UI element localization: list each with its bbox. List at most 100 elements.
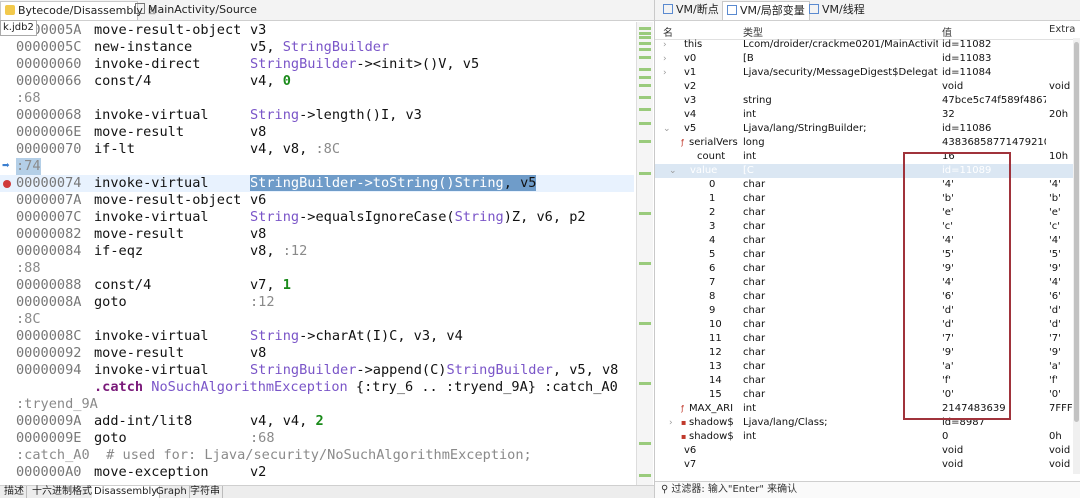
variables-scrollbar[interactable] xyxy=(1073,38,1080,474)
view-tab[interactable]: 字符串 xyxy=(188,486,223,498)
tab-bytecode-disassembly[interactable]: Bytecode/Disassembly ⊠ xyxy=(0,1,156,20)
code-operands: String->length()I, v3 xyxy=(250,107,422,124)
variable-row[interactable]: ⌄ v5 Ljava/lang/StringBuilder; id=11086 xyxy=(655,122,1073,136)
variable-row[interactable]: › this Lcom/droider/crackme0201/MainActivi… xyxy=(655,38,1073,52)
overview-ruler[interactable] xyxy=(636,22,653,488)
disassembly-pane: Bytecode/Disassembly ⊠ MainActivity/Sourc… xyxy=(0,0,655,498)
expand-toggle-icon[interactable]: › xyxy=(669,416,673,430)
code-line[interactable]: 00000070 if-lt v4, v8, :8C xyxy=(0,141,634,158)
tab-mainactivity-source[interactable]: MainActivity/Source xyxy=(131,1,257,19)
expand-toggle-icon[interactable]: ⌄ xyxy=(669,164,677,178)
variable-extra: 'e' xyxy=(1049,207,1061,218)
code-label: :catch_A0 xyxy=(16,447,90,463)
code-label: :8C xyxy=(16,311,41,327)
operand-class: StringBuilder xyxy=(250,175,357,191)
expand-toggle-icon[interactable]: › xyxy=(663,52,667,66)
code-line[interactable]: 0000008A goto:12 xyxy=(0,294,634,311)
variable-row[interactable]: v3 string 47bce5c74f589f4867dl xyxy=(655,94,1073,108)
code-view[interactable]: 0000005A move-result-object v3 0000005C new-… xyxy=(0,22,634,486)
code-operands: StringBuilder-><init>()V, v5 xyxy=(250,56,479,73)
operand-registers: v4, v8, xyxy=(250,141,316,157)
variable-name: 10 xyxy=(709,319,722,330)
code-line[interactable]: 000000A0 move-exception v2 xyxy=(0,464,634,481)
code-address: 00000092 xyxy=(16,345,82,361)
variable-row[interactable]: › v0 [B id=11083 xyxy=(655,52,1073,66)
view-tab[interactable]: Graph xyxy=(154,486,190,498)
variable-name: 11 xyxy=(709,333,722,344)
code-line[interactable]: 0000008C invoke-virtual String->charAt(I)C… xyxy=(0,328,634,345)
view-tab[interactable]: 描述 xyxy=(2,486,27,498)
code-label: :tryend_9A xyxy=(16,396,98,412)
code-operands: v4, 0 xyxy=(250,73,291,90)
variable-name: 14 xyxy=(709,375,722,386)
variable-row[interactable]: v7 void void xyxy=(655,458,1073,472)
code-line[interactable]: :74 xyxy=(0,158,634,175)
variable-row[interactable]: ▪ shadow$ int 0 0h xyxy=(655,430,1073,444)
code-line[interactable]: .catch NoSuchAlgorithmException {:try_6 … xyxy=(0,379,634,396)
tab-vm-breakpoints[interactable]: VM/断点 xyxy=(659,1,723,19)
variable-row[interactable]: v2 void void xyxy=(655,80,1073,94)
code-address: 00000094 xyxy=(16,362,82,378)
code-opcode: add-int/lit8 xyxy=(94,413,193,429)
variable-extra: void xyxy=(1049,81,1071,92)
code-line[interactable]: :68 xyxy=(0,90,634,107)
code-line[interactable]: :tryend_9A xyxy=(0,396,634,413)
code-address: 0000005C xyxy=(16,39,82,55)
filter-bar[interactable]: ⚲ 过滤器: 输入"Enter" 来确认 xyxy=(655,481,1080,498)
operand-class: String xyxy=(250,209,300,225)
operand-class: String xyxy=(250,328,300,344)
code-line[interactable]: :88 xyxy=(0,260,634,277)
variable-row[interactable]: ƒ serialVers long 4383685877147921093CD5 xyxy=(655,136,1073,150)
tab-vm-locals[interactable]: VM/局部变量 xyxy=(722,1,810,20)
view-tab[interactable]: 十六进制格式 xyxy=(30,486,95,498)
code-line[interactable]: 0000009E goto:68 xyxy=(0,430,634,447)
code-line[interactable]: 00000060 invoke-direct StringBuilder-><ini… xyxy=(0,56,634,73)
variable-row[interactable]: v4 int 32 20h xyxy=(655,108,1073,122)
code-opcode: move-result xyxy=(94,226,185,242)
code-opcode: move-result-object xyxy=(94,192,242,208)
variable-row[interactable]: v6 void void xyxy=(655,444,1073,458)
field-modifier-icon: ƒ xyxy=(681,404,684,413)
expand-toggle-icon[interactable]: ⌄ xyxy=(663,122,671,136)
code-line[interactable]: 00000082 move-result v8 xyxy=(0,226,634,243)
field-modifier-icon: ƒ xyxy=(681,138,684,147)
ruler-mark xyxy=(639,36,651,39)
column-header-name[interactable]: 名 xyxy=(663,24,673,39)
code-line[interactable]: 0000007A move-result-object v6 xyxy=(0,192,634,209)
code-line[interactable]: 0000007C invoke-virtual String->equalsIgno… xyxy=(0,209,634,226)
tab-vm-threads[interactable]: VM/线程 xyxy=(805,1,869,19)
code-line[interactable]: 00000092 move-result v8 xyxy=(0,345,634,362)
variable-row[interactable]: › v1 Ljava/security/MessageDigest$Delegate… xyxy=(655,66,1073,80)
code-operands: v5, StringBuilder xyxy=(250,39,389,56)
code-address: 0000007C xyxy=(16,209,82,225)
code-line[interactable]: 0000005C new-instance v5, StringBuilder xyxy=(0,39,634,56)
code-line[interactable]: 00000084 if-eqz v8, :12 xyxy=(0,243,634,260)
code-operands: :68 xyxy=(250,430,275,447)
code-line[interactable]: 00000066 const/4 v4, 0 xyxy=(0,73,634,90)
variable-type: string xyxy=(743,95,772,106)
code-line[interactable]: 00000094 invoke-virtual StringBuilder->app… xyxy=(0,362,634,379)
expand-toggle-icon[interactable]: › xyxy=(663,66,667,80)
code-line[interactable]: 00000088 const/4 v7, 1 xyxy=(0,277,634,294)
code-line[interactable]: 00000074 invoke-virtual StringBuilder->toS… xyxy=(0,175,634,192)
variable-name: count xyxy=(697,151,726,162)
code-line[interactable]: 0000005A move-result-object v3 xyxy=(0,22,634,39)
column-header-value[interactable]: 值 xyxy=(942,24,952,39)
view-tab[interactable]: Disassembly xyxy=(92,486,161,498)
expand-toggle-icon[interactable]: › xyxy=(663,38,667,52)
code-address: 000000A0 xyxy=(16,464,82,480)
column-header-extra[interactable]: Extra xyxy=(1049,24,1075,35)
code-opcode: move-result-object xyxy=(94,22,242,38)
operand-method: ->charAt(I)C, v3, v4 xyxy=(299,328,463,344)
code-line[interactable]: :catch_A0 # used for: Ljava/security/NoS… xyxy=(0,447,634,464)
variable-name: v5 xyxy=(684,123,697,134)
code-line[interactable]: 0000006E move-result v8 xyxy=(0,124,634,141)
variable-name: v0 xyxy=(684,53,697,64)
code-line[interactable]: :8C xyxy=(0,311,634,328)
scrollbar-thumb[interactable] xyxy=(1074,42,1079,422)
code-line[interactable]: 00000068 invoke-virtual String->length()I,… xyxy=(0,107,634,124)
variable-extra: 20h xyxy=(1049,109,1069,120)
column-header-type[interactable]: 类型 xyxy=(743,24,763,39)
code-line[interactable]: 0000009A add-int/lit8 v4, v4, 2 xyxy=(0,413,634,430)
breakpoint-icon[interactable] xyxy=(3,180,11,188)
